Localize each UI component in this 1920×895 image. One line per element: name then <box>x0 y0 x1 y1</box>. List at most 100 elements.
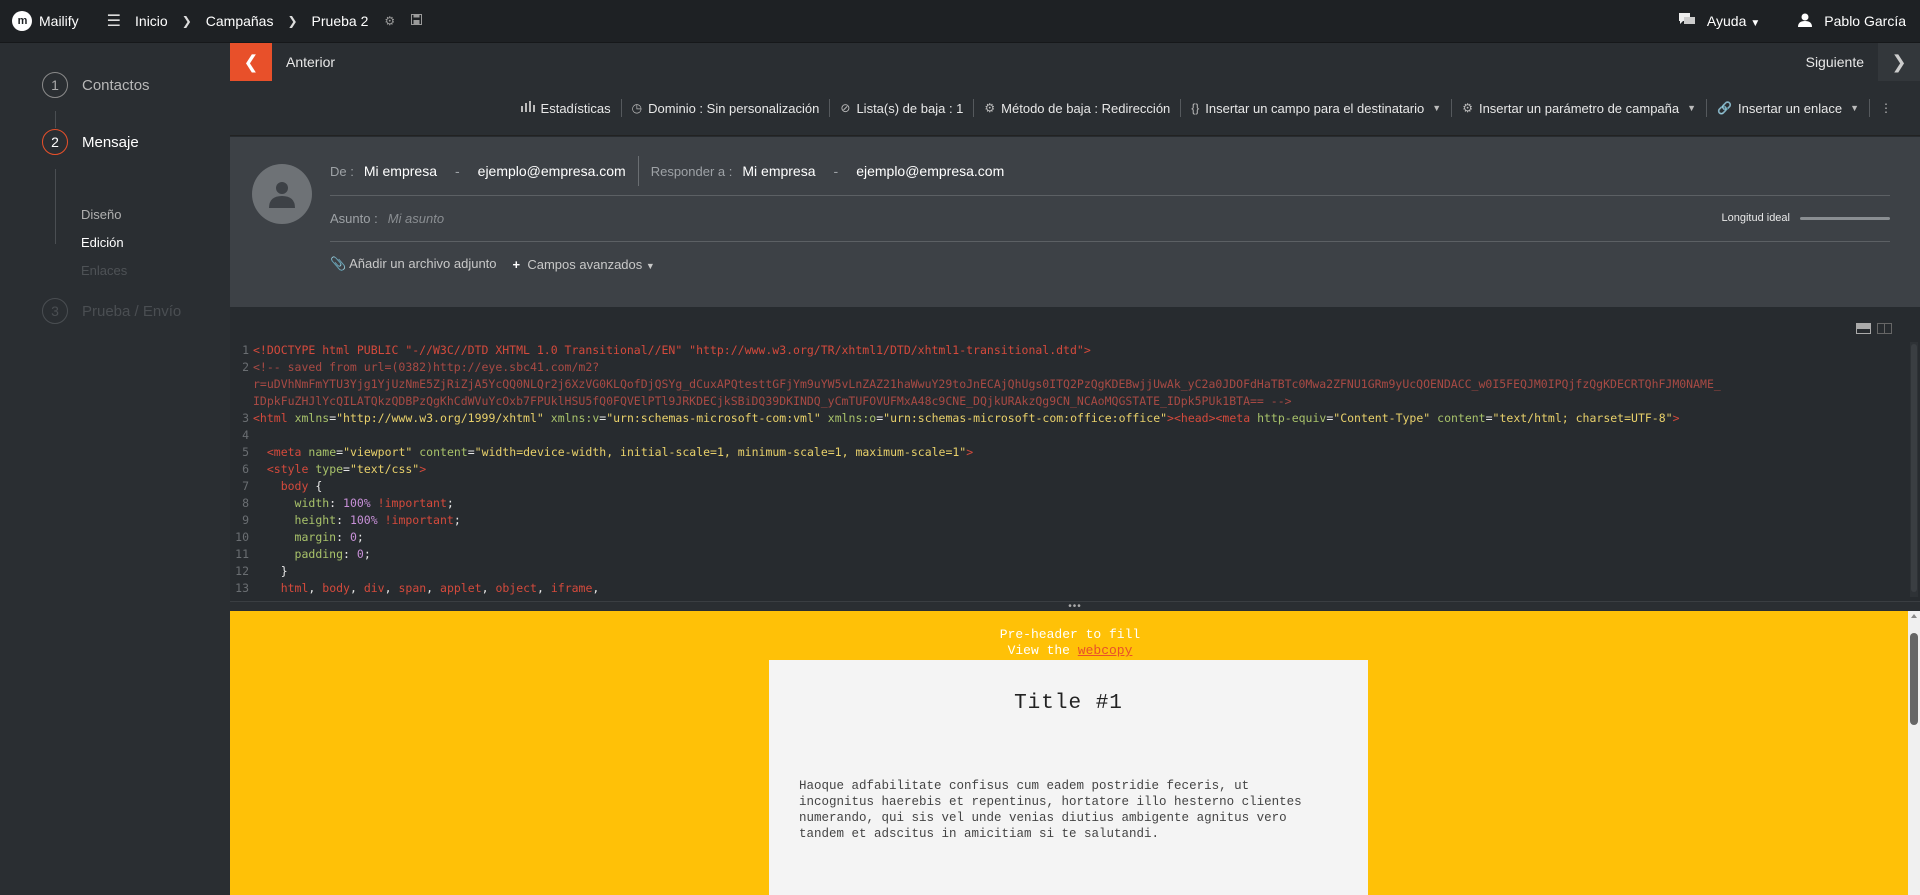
step-mensaje[interactable]: 2 Mensaje <box>42 129 139 155</box>
unsub-method-button[interactable]: ⚙ Método de baja : Redirección <box>984 101 1170 116</box>
gear-icon: ⚙ <box>1462 101 1473 115</box>
hamburger-menu-icon[interactable]: ☰ <box>107 11 121 31</box>
preheader-text: Pre-header to fill <box>999 627 1141 642</box>
unsub-lists-label: Lista(s) de baja : 1 <box>856 100 964 116</box>
ideal-length-bar <box>1800 216 1890 220</box>
plus-icon: + <box>512 256 521 272</box>
step-label: Prueba / Envío <box>82 302 182 320</box>
step-prueba-envio: 3 Prueba / Envío <box>42 298 181 324</box>
substep-diseno[interactable]: Diseño <box>81 207 121 222</box>
chevron-left-icon: ❮ <box>243 51 259 72</box>
ideal-length-indicator: Longitud ideal <box>1721 212 1890 224</box>
preview-scrollbar[interactable] <box>1908 611 1920 895</box>
link-icon: 🔗 <box>1717 101 1732 115</box>
divider <box>1180 99 1182 117</box>
step-contactos[interactable]: 1 Contactos <box>42 72 150 98</box>
insert-link-label: Insertar un enlace <box>1738 100 1843 116</box>
layout-toggle <box>1856 323 1892 334</box>
braces-icon: {} <box>1191 101 1200 115</box>
split-vertical-icon[interactable] <box>1877 323 1892 334</box>
breadcrumb-campanas[interactable]: Campañas <box>206 13 274 29</box>
step-label: Contactos <box>82 76 150 94</box>
stats-label: Estadísticas <box>540 100 611 116</box>
divider <box>330 195 1890 196</box>
help-menu[interactable]: Ayuda ▼ <box>1707 13 1760 29</box>
advanced-label: Campos avanzados <box>527 256 643 272</box>
chevron-right-icon: ❯ <box>181 14 192 28</box>
sender-row: De : Mi empresa - ejemplo@empresa.com Re… <box>330 155 1890 187</box>
subject-input[interactable]: Mi asunto <box>388 211 444 226</box>
previous-button[interactable]: ❮ <box>230 43 272 81</box>
insert-link-dropdown[interactable]: 🔗 Insertar un enlace ▼ <box>1717 101 1859 116</box>
attach-row: 📎 Añadir un archivo adjunto + Campos ava… <box>330 249 1890 279</box>
help-chat-icon <box>1678 12 1695 30</box>
webcopy-line: View the webcopy <box>230 643 1910 659</box>
step-label: Mensaje <box>82 133 139 151</box>
step-connector <box>55 169 56 244</box>
user-icon <box>269 182 295 208</box>
app-name: Mailify <box>39 13 79 29</box>
chevron-down-icon: ▼ <box>645 260 655 271</box>
reply-to-label: Responder a : <box>650 163 733 179</box>
insert-param-dropdown[interactable]: ⚙ Insertar un parámetro de campaña ▼ <box>1462 101 1696 116</box>
html-code-editor[interactable]: 1 <!DOCTYPE html PUBLIC "-//W3C//DTD XHTM… <box>230 309 1920 601</box>
logo[interactable]: m Mailify <box>12 11 79 31</box>
reply-name-field[interactable]: Mi empresa <box>742 163 815 179</box>
next-label[interactable]: Siguiente <box>1806 54 1864 70</box>
divider <box>637 156 639 186</box>
code-line: IDpkFuZHJlYcQILATQkzQDBPzQgKhCdWVuYcOxb7… <box>253 394 1292 408</box>
domain-button[interactable]: ◷ Dominio : Sin personalización <box>632 101 820 116</box>
code-scrollbar[interactable] <box>1910 342 1918 597</box>
top-bar: m Mailify ☰ Inicio ❯ Campañas ❯ Prueba 2… <box>0 0 1920 43</box>
domain-label: Dominio : Sin personalización <box>648 100 820 116</box>
next-button[interactable]: ❯ <box>1878 43 1920 81</box>
advanced-fields-button[interactable]: + Campos avanzados ▼ <box>513 257 655 272</box>
nav-row: ❮ Anterior Siguiente ❯ <box>230 43 1920 81</box>
save-icon[interactable] <box>411 14 423 28</box>
insert-field-label: Insertar un campo para el destinatario <box>1205 100 1425 116</box>
insert-field-dropdown[interactable]: {} Insertar un campo para el destinatari… <box>1191 101 1441 116</box>
from-name-field[interactable]: Mi empresa <box>364 163 437 179</box>
scroll-thumb[interactable] <box>1910 633 1918 725</box>
user-menu[interactable]: Pablo García <box>1824 13 1906 29</box>
preheader: Pre-header to fill View the webcopy <box>230 627 1910 659</box>
divider <box>620 99 622 117</box>
paperclip-icon: 📎 <box>330 256 347 271</box>
breadcrumb-inicio[interactable]: Inicio <box>135 13 168 29</box>
email-title: Title #1 <box>1014 692 1123 715</box>
code-lines[interactable]: 1 <!DOCTYPE html PUBLIC "-//W3C//DTD XHTM… <box>230 342 1900 597</box>
insert-param-label: Insertar un parámetro de campaña <box>1478 100 1680 116</box>
divider <box>330 241 1890 242</box>
gear-icon[interactable]: ⚙ <box>384 14 395 28</box>
subject-row: Asunto : Mi asunto Longitud ideal <box>330 203 1890 233</box>
editor-toolbar: Estadísticas ◷ Dominio : Sin personaliza… <box>230 81 1920 136</box>
unsub-lists-button[interactable]: ⊘ Lista(s) de baja : 1 <box>840 101 963 116</box>
divider <box>1451 99 1453 117</box>
chevron-down-icon: ▼ <box>1432 103 1442 113</box>
sidebar: 1 Contactos 2 Mensaje Diseño Edición Enl… <box>0 43 230 895</box>
step-number: 3 <box>42 298 68 324</box>
from-email-field[interactable]: ejemplo@empresa.com <box>478 163 626 179</box>
chevron-right-icon: ❯ <box>287 14 298 28</box>
step-number: 1 <box>42 72 68 98</box>
breadcrumb-campaign: Prueba 2 <box>311 13 369 29</box>
ban-icon: ⊘ <box>840 101 851 115</box>
divider <box>1706 99 1708 117</box>
reply-email-field[interactable]: ejemplo@empresa.com <box>856 163 1004 179</box>
substep-edicion[interactable]: Edición <box>81 235 124 250</box>
from-label: De : <box>330 163 354 179</box>
chevron-down-icon: ▼ <box>1687 103 1697 113</box>
scroll-up-icon[interactable] <box>1911 614 1917 618</box>
breadcrumb: Inicio ❯ Campañas ❯ Prueba 2 ⚙ <box>135 13 423 29</box>
more-options-icon[interactable]: ⋮ <box>1880 101 1892 115</box>
step-number: 2 <box>42 129 68 155</box>
email-body-text: Haoque adfabilitate confisus cum eadem p… <box>799 779 1302 841</box>
resize-handle[interactable]: ••• <box>230 601 1920 612</box>
dash: - <box>454 163 460 179</box>
webcopy-link[interactable]: webcopy <box>1078 643 1133 658</box>
clock-icon: ◷ <box>631 101 643 115</box>
attach-button[interactable]: 📎 Añadir un archivo adjunto <box>330 256 497 272</box>
previous-label[interactable]: Anterior <box>286 54 335 70</box>
stats-button[interactable]: Estadísticas <box>520 100 611 116</box>
split-horizontal-icon[interactable] <box>1856 323 1871 334</box>
